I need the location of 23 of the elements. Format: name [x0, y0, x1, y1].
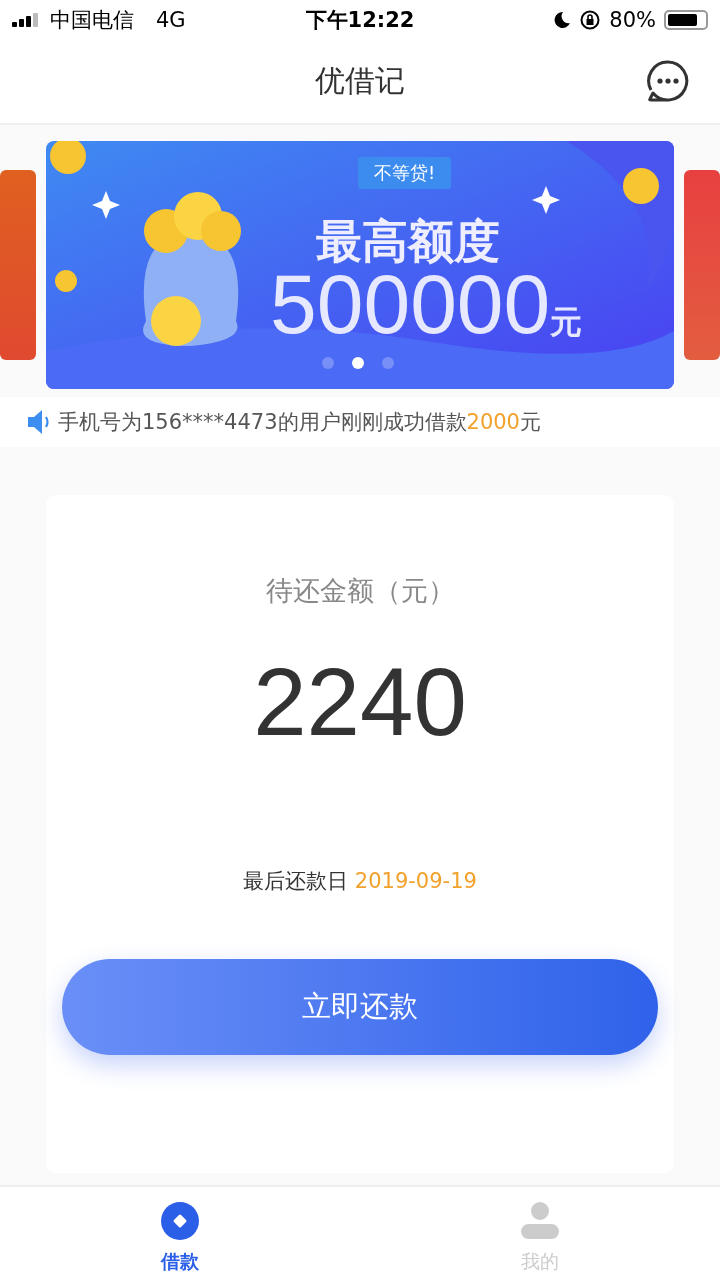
- status-time: 下午12:22: [305, 6, 415, 34]
- moon-icon: [553, 10, 572, 29]
- battery-text: 80%: [609, 7, 656, 32]
- more-icon[interactable]: [646, 59, 690, 102]
- network-text: 4G: [156, 7, 186, 32]
- banner-tag: 不等贷!: [358, 157, 452, 190]
- banner-card[interactable]: [684, 170, 720, 361]
- battery-icon: [664, 9, 708, 30]
- page-title: 优借记: [315, 61, 405, 100]
- carousel-dot[interactable]: [322, 357, 334, 370]
- due-date-text: 最后还款日 2019-09-19: [243, 867, 477, 895]
- tab-item[interactable]: 借款: [0, 1186, 360, 1280]
- carousel-dot[interactable]: [382, 357, 394, 370]
- person-icon: [520, 1200, 560, 1241]
- carrier-text: 中国电信: [50, 6, 134, 34]
- notice-text: 手机号为156****4473的用户刚刚成功借款2000元: [58, 408, 541, 436]
- amount-label: 待还金额（元）: [265, 573, 455, 608]
- rotation-lock-icon: [579, 8, 602, 31]
- promo-banner[interactable]: 不等贷! 最高额度 500000元: [46, 141, 674, 390]
- banner-unit: 元: [550, 303, 583, 344]
- repay-button[interactable]: 立即还款: [62, 958, 658, 1055]
- banner-card[interactable]: [0, 170, 36, 361]
- amount-due: 2240: [253, 646, 467, 757]
